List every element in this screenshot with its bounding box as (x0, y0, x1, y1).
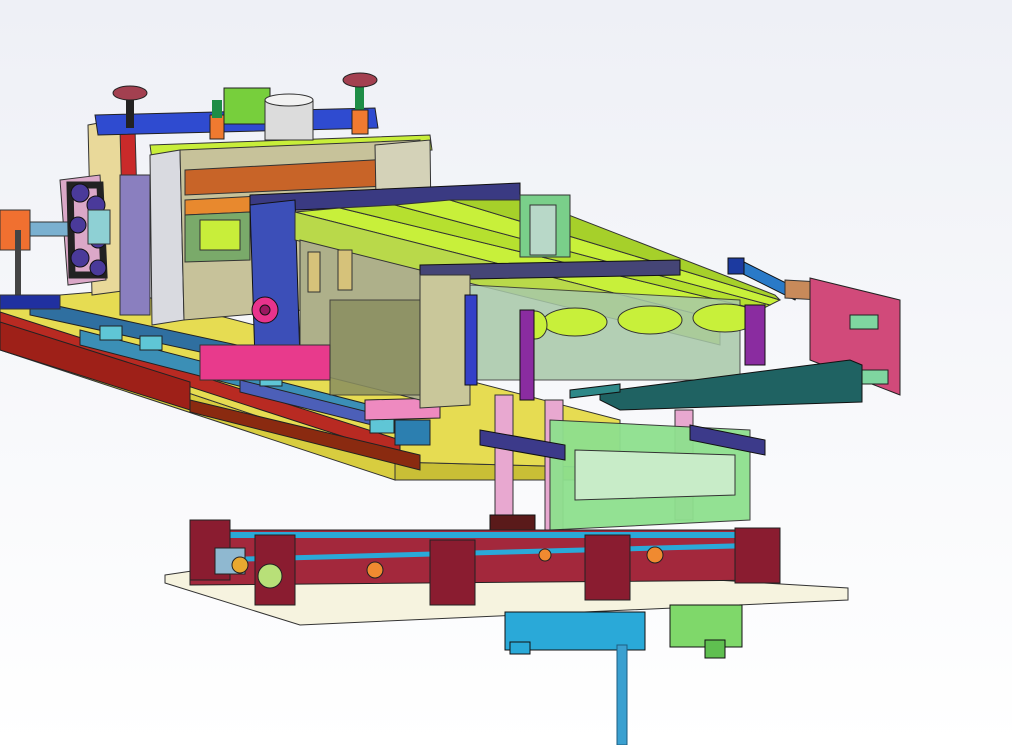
gearbox-side-assembly (0, 117, 151, 316)
belt-conveyor (199, 182, 782, 409)
lower-linear-module (164, 519, 849, 626)
support-column (616, 644, 628, 745)
cad-viewport[interactable] (0, 0, 1012, 745)
machine-assembly-render (0, 72, 901, 745)
